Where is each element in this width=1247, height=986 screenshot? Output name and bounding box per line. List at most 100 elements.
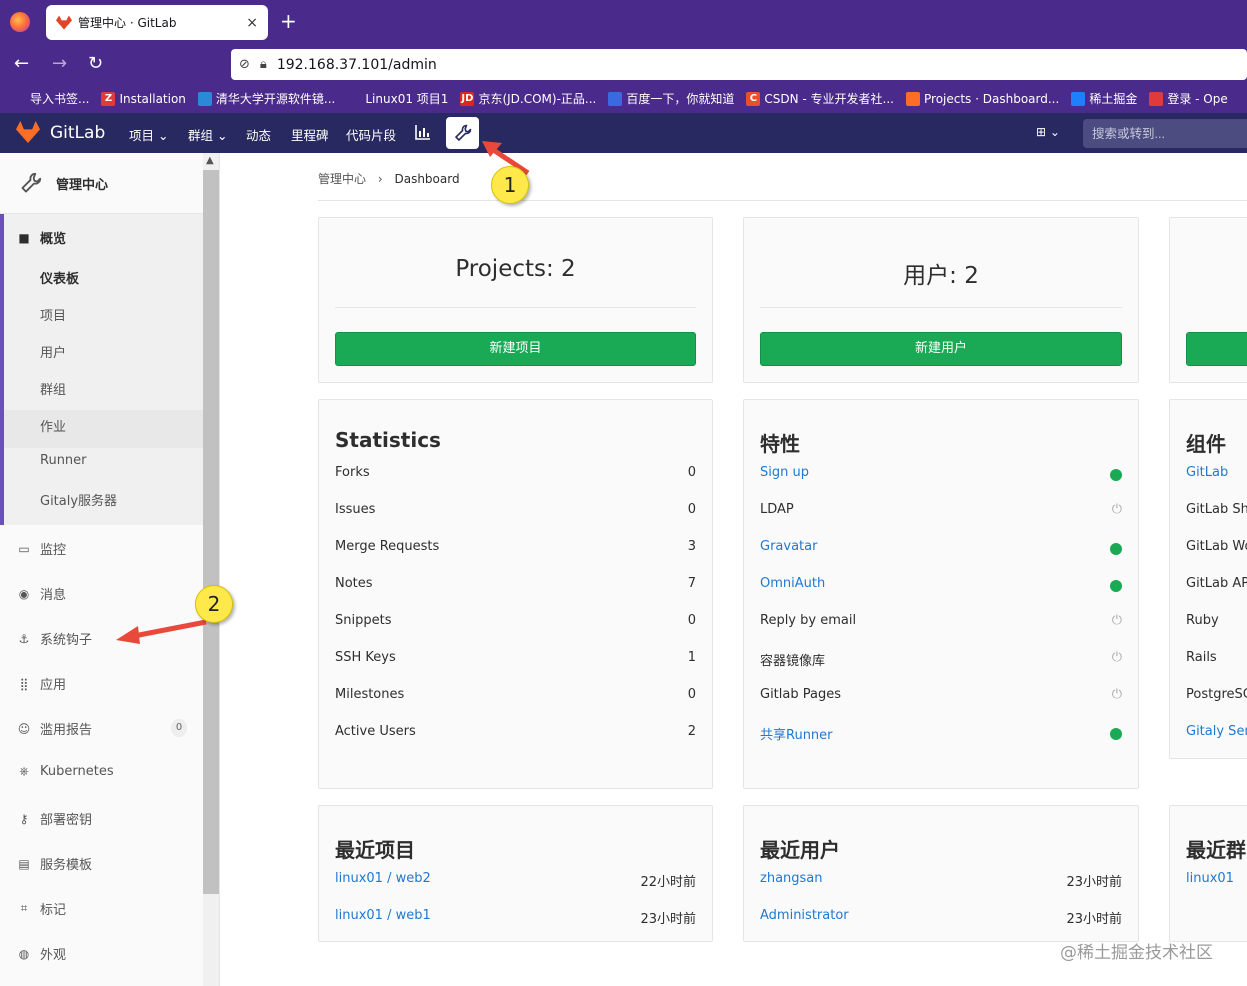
nav-projects[interactable]: 项目 ⌄ [129,125,168,144]
recent-project-time: 23小时前 [640,912,696,927]
grid-icon: ■ [18,230,30,245]
recent-project-link[interactable]: linux01 / web2 [335,871,431,886]
sidebar-item-5[interactable]: ⎈ Kubernetes [16,764,113,779]
recent-user-link[interactable]: Administrator [760,908,849,923]
sidebar-item-1[interactable]: ◉ 消息 [16,584,66,604]
lock-icon[interactable]: 🔒︎ [260,57,267,72]
back-icon[interactable]: ← [14,53,29,74]
browser-tab-bar: 管理中心 · GitLab × + [0,0,1247,45]
recent-users-card: 最近用户 zhangsan 23小时前 Administrator 23小时前 [743,805,1139,942]
browser-tab[interactable]: 管理中心 · GitLab × [46,5,268,40]
recent-user-link[interactable]: zhangsan [760,871,823,886]
component-label: GitLab Wo [1186,539,1247,554]
bookmark-item[interactable]: 清华大学开源软件镜... [197,90,335,107]
bookmark-label: 登录 - Ope [1167,92,1228,106]
new-tab-button[interactable]: + [280,9,297,33]
bookmark-label: Linux01 项目1 [365,92,449,106]
sidebar-item-label: 外观 [40,948,67,963]
feature-label[interactable]: 共享Runner [760,724,833,743]
breadcrumb-current[interactable]: Dashboard [394,172,459,186]
feature-row: Reply by email ⏻ [760,613,1122,633]
bookmark-item[interactable]: 稀土掘金 [1071,90,1137,107]
analytics-chart-icon[interactable] [414,123,432,141]
feature-disabled-icon: ⏻ [1111,502,1122,517]
tab-close-icon[interactable]: × [246,15,258,31]
bookmark-item[interactable]: Projects · Dashboard... [906,91,1060,106]
bookmark-item[interactable]: Z Installation [101,91,186,106]
feature-row: Gitlab Pages ⏻ [760,687,1122,707]
component-label[interactable]: GitLab [1186,465,1228,480]
recent-project-link[interactable]: linux01 / web1 [335,908,431,923]
statistics-value: 0 [687,465,696,480]
nav-activity[interactable]: 动态 [246,125,271,144]
bookmark-item[interactable]: 登录 - Ope [1149,90,1228,107]
bookmark-item[interactable]: JD 京东(JD.COM)-正品... [460,90,596,107]
nav-snippets[interactable]: 代码片段 [346,125,396,144]
component-row: GitLab [1186,465,1247,485]
broadcast-icon: ◉ [18,586,30,601]
component-row: Gitaly Serv [1186,724,1247,744]
nav-groups[interactable]: 群组 ⌄ [188,125,227,144]
sidebar-item-label: 系统钩子 [40,633,93,648]
bookmark-item[interactable]: 导入书签... [12,90,89,107]
forward-icon[interactable]: → [52,53,67,74]
feature-label[interactable]: OmniAuth [760,576,825,591]
recent-group-row: linux01 [1186,871,1247,891]
sidebar-subitem[interactable]: 仪表板 [40,268,79,287]
reload-icon[interactable]: ↻ [88,53,103,74]
new-project-button[interactable]: 新建项目 [335,332,696,366]
recent-group-link[interactable]: linux01 [1186,871,1234,886]
bookmark-label: Projects · Dashboard... [924,91,1060,106]
bookmark-item[interactable]: C CSDN - 专业开发者社... [746,90,894,107]
bookmark-icon [1149,91,1164,106]
sidebar-item-6[interactable]: ⚷ 部署密钥 [16,809,92,829]
new-dropdown-button[interactable]: ⊞ ⌄ [1036,125,1060,139]
feature-disabled-icon: ⏻ [1111,613,1122,628]
browser-nav-bar: ← → ↻ ⊘ 🔒︎ 192.168.37.101/admin [0,45,1247,84]
sidebar-active-highlight [4,410,203,448]
recent-project-row: linux01 / web1 23小时前 [335,908,696,928]
feature-label[interactable]: Sign up [760,465,809,480]
recent-groups-title: 最近群 [1186,838,1246,862]
feature-label[interactable]: Gravatar [760,539,817,554]
gitlab-brand[interactable]: GitLab [50,123,105,143]
tracking-shield-icon[interactable]: ⊘ [239,57,250,72]
annotation-arrow-2 [116,619,207,644]
nav-milestones[interactable]: 里程碑 [291,125,329,144]
gitlab-favicon-icon [56,15,72,30]
breadcrumb-root[interactable]: 管理中心 [318,172,366,186]
sidebar-scrollbar-thumb[interactable] [203,170,219,894]
gitlab-logo-icon[interactable] [16,121,40,143]
bookmark-item[interactable]: Linux01 项目1 [347,90,448,107]
url-text[interactable]: 192.168.37.101/admin [277,57,437,73]
sidebar-item-7[interactable]: ▤ 服务模板 [16,854,92,874]
sidebar-subitem[interactable]: 作业 [40,416,66,435]
admin-area-button[interactable] [446,117,479,149]
address-bar[interactable]: ⊘ 🔒︎ 192.168.37.101/admin [231,49,1247,80]
component-label[interactable]: Gitaly Serv [1186,724,1247,739]
sidebar-subitem[interactable]: Gitaly服务器 [40,490,117,509]
monitor-icon: ▭ [18,541,30,556]
sidebar-item-label: 监控 [40,543,67,558]
sidebar-subitem[interactable]: 项目 [40,305,66,324]
bookmark-item[interactable]: 百度一下，你就知道 [608,90,734,107]
sidebar-subitem[interactable]: Runner [40,453,87,468]
sidebar-item-9[interactable]: ◍ 外观 [16,944,67,964]
sidebar-title[interactable]: 管理中心 [0,153,203,214]
scroll-up-icon[interactable]: ▲ [206,155,214,166]
sidebar-item-0[interactable]: ▭ 监控 [16,539,67,559]
search-input[interactable] [1083,119,1247,148]
new-user-button[interactable]: 新建用户 [760,332,1122,366]
annotation-number-1: 1 [491,166,529,204]
firefox-icon[interactable] [10,12,30,32]
new-group-button[interactable] [1186,332,1247,366]
sidebar-item-2[interactable]: ⚓ 系统钩子 [16,629,93,649]
recent-user-row: Administrator 23小时前 [760,908,1122,928]
sidebar-item-8[interactable]: ⌗ 标记 [16,899,66,918]
sidebar-subitem[interactable]: 群组 [40,379,66,398]
sidebar-item-3[interactable]: ⣿ 应用 [16,674,66,694]
sidebar-item-overview[interactable]: ■ 概览 [16,228,66,248]
components-card: 组件 GitLab GitLab She GitLab Wo GitLab AP Rub… [1169,399,1247,759]
sidebar-item-4[interactable]: ☺ 滥用报告 [16,719,92,739]
sidebar-subitem[interactable]: 用户 [40,342,66,361]
